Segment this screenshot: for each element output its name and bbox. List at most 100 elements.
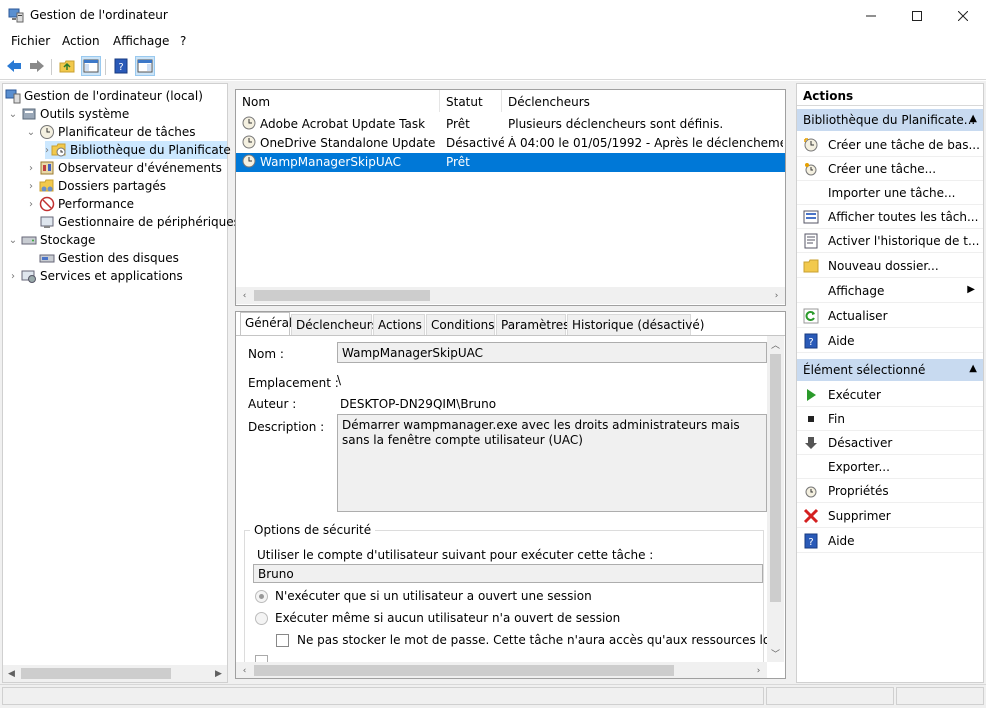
scroll-right-icon[interactable]: › (750, 662, 767, 678)
scrollbar-thumb[interactable] (21, 668, 171, 679)
tree-item-shared-folders[interactable]: › Dossiers partagés (25, 177, 166, 195)
radio-logged-on-label: N'exécuter que si un utilisateur a ouver… (275, 589, 592, 603)
tree-item-event-viewer[interactable]: › Observateur d'événements (25, 159, 222, 177)
scroll-left-icon[interactable]: ◀ (3, 665, 20, 682)
action-help[interactable]: ? Aide (797, 329, 983, 353)
scrollbar-thumb[interactable] (770, 354, 781, 602)
action-help-selected[interactable]: ? Aide (797, 529, 983, 553)
details-vertical-scrollbar[interactable]: ︿ ﹀ (767, 336, 784, 662)
tab-general[interactable]: Général (240, 312, 292, 335)
action-disable[interactable]: Désactiver (797, 431, 983, 455)
action-view[interactable]: Affichage ▶ (797, 279, 983, 303)
column-header-triggers[interactable]: Déclencheurs (502, 90, 785, 112)
menu-help[interactable]: ? (180, 34, 186, 48)
radio-not-logged-on[interactable] (255, 612, 268, 625)
action-run[interactable]: Exécuter (797, 383, 983, 407)
action-export[interactable]: Exporter... (797, 455, 983, 479)
tree-item-system-tools[interactable]: ⌄ Outils système (7, 105, 129, 123)
svg-text:?: ? (808, 537, 813, 548)
description-field[interactable]: Démarrer wampmanager.exe avec les droits… (337, 414, 767, 512)
stop-icon (803, 411, 819, 427)
show-hide-action-pane-button[interactable] (135, 56, 155, 76)
chevron-right-icon[interactable]: › (45, 145, 49, 156)
chevron-right-icon[interactable]: › (7, 271, 19, 282)
action-end[interactable]: Fin (797, 407, 983, 431)
chevron-down-icon[interactable]: ⌄ (7, 109, 19, 120)
actions-section-selected[interactable]: Élément sélectionné ▲ (797, 359, 983, 381)
task-row-selected[interactable]: WampManagerSkipUAC Prêt (236, 152, 785, 173)
back-arrow-icon (7, 60, 21, 72)
menu-fichier[interactable]: Fichier (11, 34, 50, 48)
scroll-right-icon[interactable]: ▶ (210, 665, 227, 682)
svg-text:?: ? (118, 62, 123, 73)
list-horizontal-scrollbar[interactable]: ‹ › (236, 287, 785, 304)
action-show-running-tasks[interactable]: Afficher toutes les tâch... (797, 205, 983, 229)
close-button[interactable] (940, 0, 986, 31)
action-refresh[interactable]: Actualiser (797, 304, 983, 328)
action-enable-history[interactable]: Activer l'historique de t... (797, 229, 983, 253)
scroll-down-icon[interactable]: ﹀ (767, 645, 784, 662)
action-create-task[interactable]: Créer une tâche... (797, 157, 983, 181)
security-user-label: Utiliser le compte d'utilisateur suivant… (257, 548, 654, 562)
tree-item-services-applications[interactable]: › Services et applications (7, 267, 183, 285)
collapse-up-icon[interactable]: ▲ (969, 113, 977, 124)
checkbox-no-password[interactable] (276, 634, 289, 647)
scrollbar-thumb[interactable] (254, 665, 674, 676)
forward-button[interactable] (27, 56, 47, 76)
tree-item-device-manager[interactable]: Gestionnaire de périphériques (37, 213, 240, 231)
chevron-down-icon[interactable]: ⌄ (7, 235, 19, 246)
show-hide-tree-button[interactable] (81, 56, 101, 76)
column-header-status[interactable]: Statut (440, 90, 502, 112)
scroll-left-icon[interactable]: ‹ (236, 287, 253, 304)
help-button[interactable]: ? (111, 56, 131, 76)
scroll-right-icon[interactable]: › (768, 287, 785, 304)
shared-folders-icon (39, 178, 55, 194)
action-new-folder[interactable]: Nouveau dossier... (797, 254, 983, 278)
tab-triggers[interactable]: Déclencheurs (291, 314, 378, 335)
menu-affichage[interactable]: Affichage (113, 34, 169, 48)
column-header-name[interactable]: Nom (236, 90, 440, 112)
tab-conditions[interactable]: Conditions (426, 314, 495, 335)
action-label: Exporter... (828, 460, 890, 474)
tree-item-computer-management[interactable]: Gestion de l'ordinateur (local) (3, 87, 203, 105)
tree-item-task-scheduler[interactable]: ⌄ Planificateur de tâches (25, 123, 196, 141)
maximize-button[interactable] (894, 0, 940, 31)
tab-settings[interactable]: Paramètres (496, 314, 569, 335)
tree-item-disk-management[interactable]: Gestion des disques (37, 249, 179, 267)
action-properties[interactable]: Propriétés (797, 479, 983, 503)
window-title: Gestion de l'ordinateur (30, 8, 168, 22)
tab-actions[interactable]: Actions (373, 314, 425, 335)
chevron-right-icon[interactable]: › (25, 199, 37, 210)
scroll-up-icon[interactable]: ︿ (767, 336, 784, 353)
collapse-up-icon[interactable]: ▲ (969, 363, 977, 374)
radio-logged-on[interactable] (255, 590, 268, 603)
task-name-field[interactable]: WampManagerSkipUAC (337, 342, 767, 363)
menu-action[interactable]: Action (62, 34, 100, 48)
status-bar (0, 684, 986, 708)
action-import-task[interactable]: Importer une tâche... (797, 181, 983, 205)
chevron-right-icon[interactable]: › (25, 181, 37, 192)
minimize-button[interactable] (848, 0, 894, 31)
task-row[interactable]: OneDrive Standalone Update Ta... Désacti… (236, 134, 785, 153)
tree-item-scheduler-library[interactable]: › Bibliothèque du Planificate (45, 141, 231, 159)
back-button[interactable] (4, 56, 24, 76)
tree-label: Outils système (40, 107, 130, 121)
details-horizontal-scrollbar[interactable]: ‹ › (236, 662, 767, 678)
task-row[interactable]: Adobe Acrobat Update Task Prêt Plusieurs… (236, 115, 785, 134)
run-icon (803, 387, 819, 403)
tree-horizontal-scrollbar[interactable]: ◀ ▶ (3, 665, 227, 682)
up-folder-button[interactable] (57, 56, 77, 76)
scroll-left-icon[interactable]: ‹ (236, 662, 253, 678)
clock-icon (39, 124, 55, 140)
tree-item-storage[interactable]: ⌄ Stockage (7, 231, 96, 249)
tab-history[interactable]: Historique (désactivé) (567, 314, 704, 335)
chevron-down-icon[interactable]: ⌄ (25, 127, 37, 138)
tree-item-performance[interactable]: › Performance (25, 195, 134, 213)
scrollbar-thumb[interactable] (254, 290, 430, 301)
action-create-basic-task[interactable]: Créer une tâche de bas... (797, 133, 983, 157)
action-delete[interactable]: Supprimer (797, 504, 983, 528)
action-label: Actualiser (828, 309, 888, 323)
actions-section-library[interactable]: Bibliothèque du Planificate... ▲ (797, 109, 983, 131)
chevron-right-icon[interactable]: › (25, 163, 37, 174)
disk-management-icon (39, 250, 55, 266)
